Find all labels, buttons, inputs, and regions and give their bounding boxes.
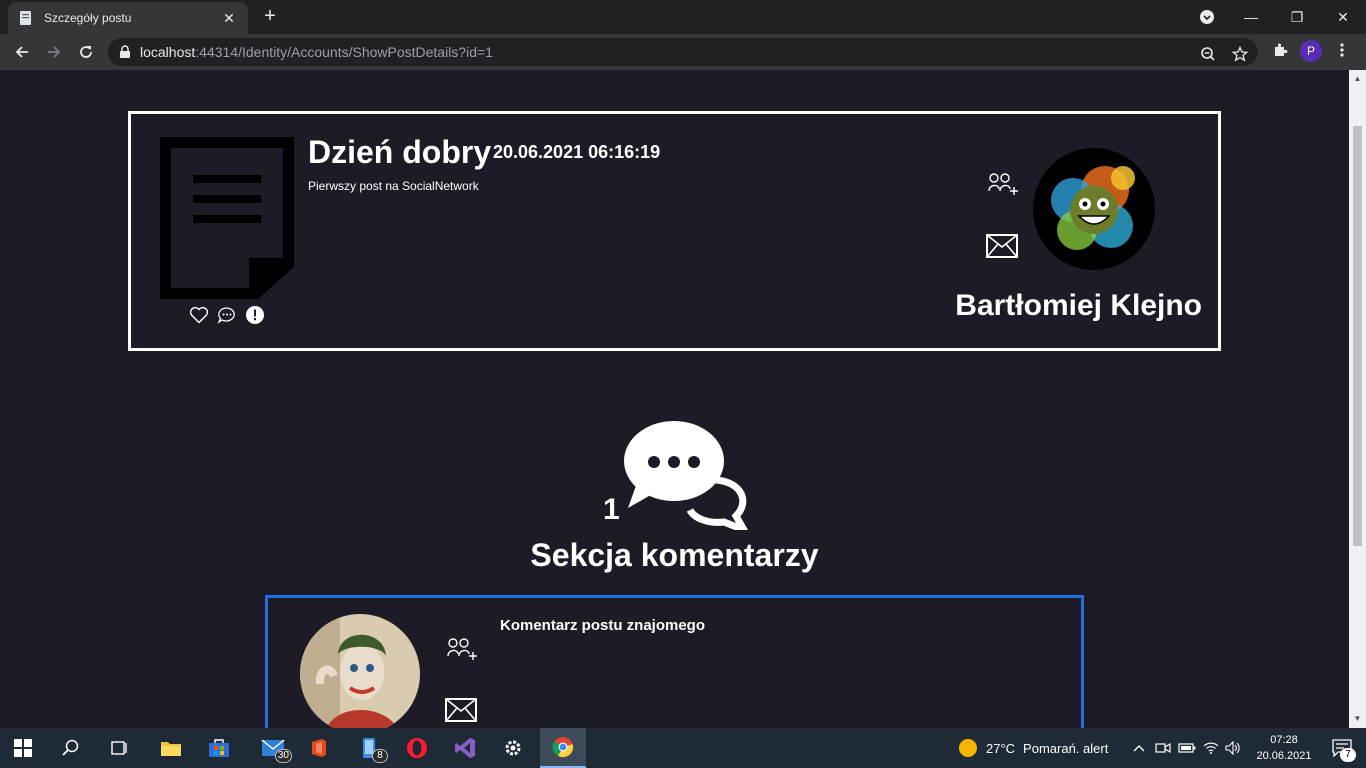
post-date: 20.06.2021 06:16:19 (493, 142, 661, 162)
volume-icon[interactable] (1222, 728, 1244, 768)
address-bar[interactable]: localhost:44314/Identity/Accounts/ShowPo… (108, 38, 1258, 66)
system-clock[interactable]: 07:28 20.06.2021 (1252, 732, 1316, 764)
notification-badge: 7 (1340, 748, 1356, 762)
minimize-button[interactable]: — (1228, 0, 1274, 34)
store-button[interactable] (196, 728, 242, 768)
page-scrollbar[interactable]: ▲ ▼ (1349, 70, 1366, 728)
office-button[interactable] (296, 728, 342, 768)
search-icon (62, 739, 79, 756)
phone-app-button[interactable]: 8 (346, 728, 392, 768)
message-envelope-icon[interactable] (445, 698, 477, 727)
opera-button[interactable] (394, 728, 440, 768)
wifi-icon[interactable] (1200, 728, 1222, 768)
visual-studio-icon (455, 738, 475, 758)
opera-icon (407, 738, 427, 758)
url-host: localhost (140, 44, 196, 60)
author-avatar[interactable] (1033, 148, 1155, 270)
windows-logo-icon (14, 739, 32, 757)
phone-badge: 8 (372, 749, 388, 763)
task-view-button[interactable] (96, 728, 142, 768)
tab-search-icon[interactable] (1184, 0, 1230, 34)
zoom-icon[interactable] (1196, 42, 1220, 66)
comment-button[interactable] (217, 305, 237, 325)
taskbar: 30 8 27°C Pomarań. alert 07:28 20.06.202 (0, 728, 1366, 768)
folder-icon (161, 742, 181, 756)
url-path: :44314/Identity/Accounts/ShowPostDetails… (195, 44, 493, 60)
comments-bubble-icon (620, 418, 753, 537)
store-bag-icon (209, 739, 229, 757)
visual-studio-button[interactable] (442, 728, 488, 768)
message-envelope-icon[interactable] (986, 234, 1018, 263)
post-card: Dzień dobry 20.06.2021 06:16:19 Pierwszy… (128, 111, 1221, 351)
search-button[interactable] (48, 728, 94, 768)
report-button[interactable] (245, 305, 265, 325)
office-icon (312, 739, 326, 757)
meet-now-icon[interactable] (1152, 728, 1174, 768)
tab-close-icon[interactable]: ✕ (220, 10, 238, 27)
forward-arrow-icon (48, 46, 61, 58)
restore-button[interactable]: ❐ (1274, 0, 1320, 34)
tab-strip: Szczegóły postu ✕ + — ❐ ✕ (0, 0, 1366, 34)
scroll-down-icon[interactable]: ▼ (1353, 714, 1362, 724)
show-hidden-icons-chevron-icon[interactable] (1128, 728, 1150, 768)
comment-icon (217, 307, 235, 324)
page-content: Dzień dobry 20.06.2021 06:16:19 Pierwszy… (0, 70, 1349, 728)
weather-text: Pomarań. alert (1023, 740, 1109, 756)
comments-count: 1 (603, 493, 620, 526)
mail-badge: 30 (274, 749, 292, 763)
document-icon (160, 137, 294, 299)
weather-widget[interactable]: 27°C Pomarań. alert (958, 728, 1108, 768)
author-name[interactable]: Bartłomiej Klejno (955, 289, 1202, 323)
post-title: Dzień dobry (308, 134, 492, 170)
file-explorer-button[interactable] (148, 728, 194, 768)
task-view-icon (111, 741, 127, 755)
page-favicon-icon (20, 11, 31, 25)
bookmark-star-icon[interactable] (1228, 42, 1252, 66)
back-button[interactable] (8, 38, 36, 66)
sun-icon (959, 739, 977, 757)
browser-toolbar: localhost:44314/Identity/Accounts/ShowPo… (0, 34, 1366, 70)
like-button[interactable] (189, 305, 209, 325)
action-center-button[interactable]: 7 (1322, 728, 1362, 768)
weather-temp: 27°C (986, 740, 1016, 756)
add-friend-icon[interactable] (986, 171, 1018, 202)
start-button[interactable] (0, 728, 46, 768)
comments-heading: Sekcja komentarzy (530, 537, 819, 573)
scrollbar-thumb[interactable] (1353, 126, 1362, 546)
profile-avatar[interactable]: P (1300, 40, 1322, 62)
lock-icon (120, 45, 130, 58)
avatar-image-icon (1033, 148, 1155, 270)
post-body: Pierwszy post na SocialNetwork (308, 179, 479, 193)
close-window-button[interactable]: ✕ (1320, 0, 1366, 34)
browser-menu-icon[interactable] (1330, 38, 1354, 62)
chrome-icon (552, 737, 574, 758)
heart-icon (189, 306, 209, 324)
comment-text: Komentarz postu znajomego (500, 617, 706, 634)
clock-date: 20.06.2021 (1256, 750, 1312, 762)
back-arrow-icon (15, 46, 28, 58)
report-icon (246, 306, 264, 324)
tab-title: Szczegóły postu (44, 11, 132, 25)
settings-button[interactable] (490, 728, 536, 768)
commenter-avatar[interactable] (300, 614, 420, 728)
browser-tab[interactable]: Szczegóły postu ✕ (8, 2, 248, 34)
add-friend-icon[interactable] (445, 636, 477, 667)
post-actions (189, 305, 265, 325)
battery-icon[interactable] (1176, 728, 1198, 768)
new-tab-button[interactable]: + (258, 4, 282, 28)
gear-icon (505, 740, 521, 756)
forward-button[interactable] (40, 38, 68, 66)
mail-app-button[interactable]: 30 (250, 728, 296, 768)
scroll-up-icon[interactable]: ▲ (1353, 74, 1362, 84)
avatar-image-icon (300, 614, 420, 728)
reload-button[interactable] (72, 38, 100, 66)
chrome-button[interactable] (540, 728, 586, 768)
extensions-icon[interactable] (1268, 38, 1292, 62)
clock-time: 07:28 (1270, 734, 1298, 746)
url-text: localhost:44314/Identity/Accounts/ShowPo… (140, 44, 493, 60)
reload-icon (80, 46, 92, 58)
comment-card: Komentarz postu znajomego (265, 595, 1084, 728)
